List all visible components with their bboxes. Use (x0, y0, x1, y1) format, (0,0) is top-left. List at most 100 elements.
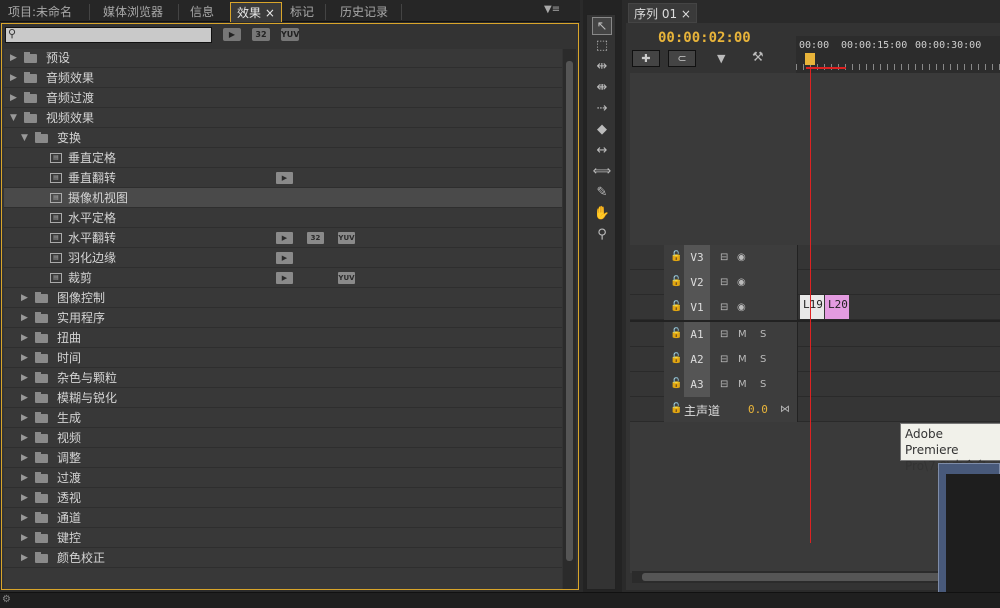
chevron-right-icon[interactable]: ▶ (21, 508, 31, 528)
effect-folder[interactable]: ▶ 键控 (4, 528, 562, 548)
sync-icon[interactable]: ⊟ (720, 301, 728, 314)
effect-folder[interactable]: ▶ 视频 (4, 428, 562, 448)
track-name[interactable]: A3 (684, 372, 710, 397)
lock-icon[interactable]: 🔓 (670, 328, 682, 339)
lock-icon[interactable]: 🔓 (670, 403, 682, 414)
effect-folder[interactable]: ▶ 模糊与锐化 (4, 388, 562, 408)
eye-icon[interactable]: ◉ (737, 301, 746, 314)
pen-tool-icon[interactable]: ✎ (592, 184, 612, 202)
chevron-right-icon[interactable]: ▶ (21, 468, 31, 488)
selection-tool-icon[interactable]: ↖ (592, 17, 612, 35)
tab-project[interactable]: 项目:未命名 (2, 2, 78, 22)
chevron-down-icon[interactable]: ▼ (10, 108, 20, 128)
rate-stretch-tool-icon[interactable]: ⇢ (592, 100, 612, 118)
lock-icon[interactable]: 🔓 (670, 353, 682, 364)
sync-icon[interactable]: ⊟ (720, 276, 728, 289)
effect-folder[interactable]: ▶ 杂色与颗粒 (4, 368, 562, 388)
effect-item[interactable]: ▤ 垂直翻转 ▶ (4, 168, 562, 188)
tab-media-browser[interactable]: 媒体浏览器 (97, 2, 169, 22)
track-name[interactable]: A2 (684, 347, 710, 372)
chevron-right-icon[interactable]: ▶ (10, 88, 20, 108)
video-track-v2[interactable]: 🔓 V2 ⊟ ◉ (630, 270, 1000, 295)
sync-icon[interactable]: ⊟ (720, 251, 728, 264)
effect-item[interactable]: ▤ 摄像机视图 (4, 188, 562, 208)
sync-icon[interactable]: ⊟ (720, 353, 728, 366)
panel-menu-icon[interactable]: ▼≡ (544, 4, 560, 15)
chevron-right-icon[interactable]: ▶ (21, 308, 31, 328)
scrollbar-thumb[interactable] (566, 61, 573, 561)
keyframe-nav-icon[interactable]: ⋈ (780, 403, 790, 416)
effect-folder[interactable]: ▼ 视频效果 (4, 108, 562, 128)
chevron-right-icon[interactable]: ▶ (21, 488, 31, 508)
video-clip[interactable]: L19 (800, 295, 824, 319)
video-track-v3[interactable]: 🔓 V3 ⊟ ◉ (630, 245, 1000, 270)
effect-folder[interactable]: ▶ 音频效果 (4, 68, 562, 88)
chevron-right-icon[interactable]: ▶ (21, 408, 31, 428)
tab-sequence-01[interactable]: 序列 01 × (628, 3, 697, 23)
effect-folder[interactable]: ▶ 实用程序 (4, 308, 562, 328)
audio-track-a1[interactable]: 🔓 A1 ⊟ M S (630, 322, 1000, 347)
mute-button[interactable]: M (738, 328, 747, 341)
mute-button[interactable]: M (738, 378, 747, 391)
effect-folder[interactable]: ▶ 通道 (4, 508, 562, 528)
effect-folder[interactable]: ▶ 音频过渡 (4, 88, 562, 108)
effect-item[interactable]: ▤ 羽化边缘 ▶ (4, 248, 562, 268)
playhead-icon[interactable] (805, 53, 815, 65)
effect-folder[interactable]: ▶ 预设 (4, 49, 562, 68)
scrollbar-thumb[interactable] (642, 573, 942, 581)
yuv-filter-button[interactable]: YUV (281, 28, 299, 41)
32bit-filter-button[interactable]: 32 (252, 28, 270, 41)
chevron-right-icon[interactable]: ▶ (21, 548, 31, 568)
window-thumbnail[interactable] (938, 463, 1000, 603)
effect-item[interactable]: ▤ 裁剪 ▶ YUV (4, 268, 562, 288)
track-name[interactable]: V1 (684, 295, 710, 320)
solo-button[interactable]: S (760, 353, 766, 366)
lock-icon[interactable]: 🔓 (670, 301, 682, 312)
effect-folder[interactable]: ▶ 图像控制 (4, 288, 562, 308)
master-track[interactable]: 🔓 主声道 0.0 ⋈ (630, 397, 1000, 422)
chevron-right-icon[interactable]: ▶ (21, 368, 31, 388)
slip-tool-icon[interactable]: ↔ (592, 142, 612, 160)
track-name[interactable]: V2 (684, 270, 710, 295)
track-select-tool-icon[interactable]: ⬚ (592, 37, 612, 55)
chevron-right-icon[interactable]: ▶ (21, 388, 31, 408)
sync-icon[interactable]: ⊟ (720, 378, 728, 391)
chevron-right-icon[interactable]: ▶ (21, 288, 31, 308)
rolling-edit-tool-icon[interactable]: ⇼ (592, 79, 612, 97)
video-clip[interactable]: L20 (825, 295, 849, 319)
effect-folder[interactable]: ▶ 扭曲 (4, 328, 562, 348)
effect-folder[interactable]: ▶ 过渡 (4, 468, 562, 488)
solo-button[interactable]: S (760, 328, 766, 341)
linked-selection-icon[interactable]: ⊂ (668, 50, 696, 67)
effect-item[interactable]: ▤ 水平翻转 ▶ 32 YUV (4, 228, 562, 248)
eye-icon[interactable]: ◉ (737, 251, 746, 264)
tab-info[interactable]: 信息 (184, 2, 220, 22)
audio-track-a3[interactable]: 🔓 A3 ⊟ M S (630, 372, 1000, 397)
tab-effects[interactable]: 效果 × (230, 2, 282, 22)
effect-folder[interactable]: ▶ 颜色校正 (4, 548, 562, 568)
chevron-right-icon[interactable]: ▶ (10, 49, 20, 68)
track-name[interactable]: A1 (684, 322, 710, 347)
work-area-bar[interactable] (806, 67, 846, 69)
master-volume-value[interactable]: 0.0 (748, 403, 768, 416)
effect-folder[interactable]: ▶ 生成 (4, 408, 562, 428)
mute-button[interactable]: M (738, 353, 747, 366)
solo-button[interactable]: S (760, 378, 766, 391)
audio-track-a2[interactable]: 🔓 A2 ⊟ M S (630, 347, 1000, 372)
chevron-right-icon[interactable]: ▶ (21, 428, 31, 448)
lock-icon[interactable]: 🔓 (670, 251, 682, 262)
zoom-tool-icon[interactable]: ⚲ (592, 226, 612, 244)
snap-icon[interactable]: ✚ (632, 50, 660, 67)
lock-icon[interactable]: 🔓 (670, 378, 682, 389)
effects-scrollbar[interactable] (563, 49, 576, 589)
ripple-edit-tool-icon[interactable]: ⇹ (592, 58, 612, 76)
effect-folder[interactable]: ▶ 调整 (4, 448, 562, 468)
video-track-v1[interactable]: 🔓 V1 ⊟ ◉ L19 L20 (630, 295, 1000, 320)
effect-folder[interactable]: ▼ 变换 (4, 128, 562, 148)
chevron-down-icon[interactable]: ▼ (21, 128, 31, 148)
tab-markers[interactable]: 标记 (284, 2, 320, 22)
tab-history[interactable]: 历史记录 (334, 2, 394, 22)
settings-icon[interactable]: ⚙ (2, 594, 11, 605)
hand-tool-icon[interactable]: ✋ (592, 205, 612, 223)
effect-folder[interactable]: ▶ 时间 (4, 348, 562, 368)
